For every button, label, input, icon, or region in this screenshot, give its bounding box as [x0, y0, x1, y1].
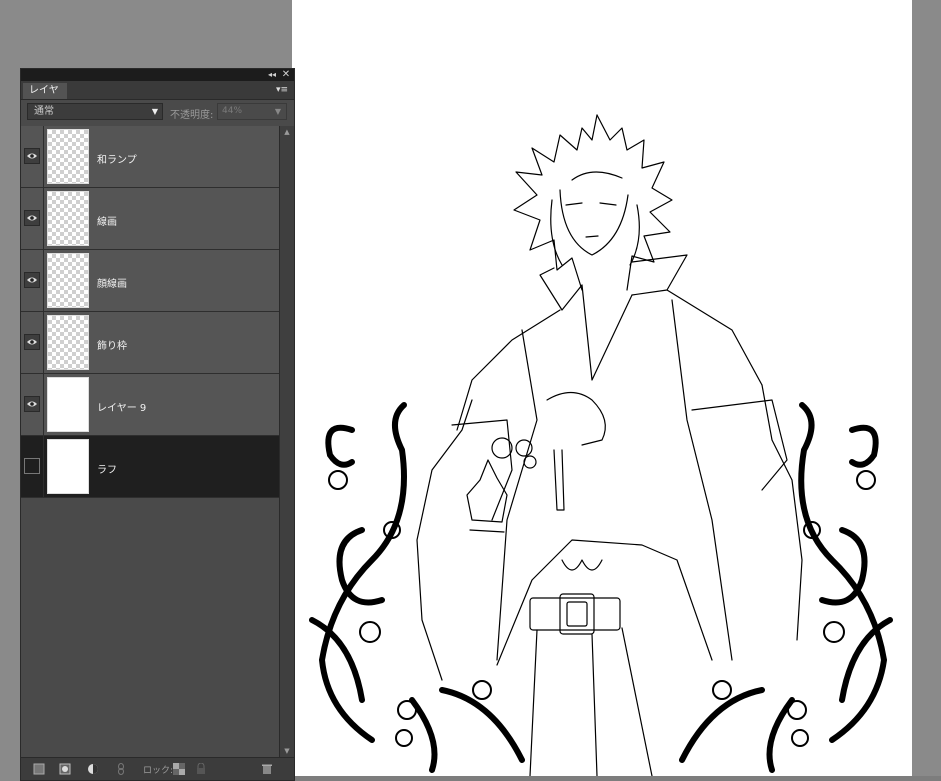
- layer-row[interactable]: 和ランプ: [21, 126, 279, 188]
- layer-thumbnail: [47, 191, 89, 246]
- panel-menu-icon[interactable]: ▾≡: [276, 84, 290, 96]
- eye-icon[interactable]: [24, 334, 40, 350]
- panel-tab-row: レイヤー ▾≡: [21, 81, 294, 112]
- layer-row[interactable]: 線画: [21, 188, 279, 250]
- panel-toolbar: ロック:: [21, 757, 294, 780]
- divider: [43, 374, 44, 436]
- layer-name: レイヤー 9: [97, 403, 147, 414]
- layer-thumbnail: [47, 129, 89, 184]
- divider: [43, 436, 44, 498]
- opacity-input[interactable]: 44% ▼: [217, 103, 287, 120]
- layer-name: ラフ: [97, 465, 117, 476]
- layer-row-selected[interactable]: ラフ: [21, 436, 279, 498]
- layer-thumbnail: [47, 377, 89, 432]
- scroll-down-icon[interactable]: ▼: [280, 745, 294, 757]
- double-chevron-icon[interactable]: ◂◂: [266, 69, 278, 81]
- document-canvas[interactable]: [292, 0, 912, 776]
- layer-row[interactable]: レイヤー 9: [21, 374, 279, 436]
- divider: [43, 126, 44, 188]
- workspace-background-bottom: [292, 776, 941, 781]
- panel-titlebar[interactable]: ◂◂ ✕: [21, 69, 294, 81]
- layer-row[interactable]: 顔線画: [21, 250, 279, 312]
- blend-mode-value: 通常: [34, 106, 54, 117]
- divider: [43, 188, 44, 250]
- eye-icon[interactable]: [24, 272, 40, 288]
- layer-mask-icon[interactable]: [59, 763, 71, 775]
- layer-thumbnail: [47, 315, 89, 370]
- eye-icon[interactable]: [24, 210, 40, 226]
- chevron-down-icon[interactable]: ▼: [275, 104, 281, 119]
- layer-name: 線画: [97, 217, 117, 228]
- divider: [43, 312, 44, 374]
- trash-icon[interactable]: [261, 763, 273, 775]
- close-icon[interactable]: ✕: [280, 69, 292, 81]
- blend-options-row: 通常 ▼ 不透明度: 44% ▼: [21, 100, 294, 124]
- scroll-up-icon[interactable]: ▲: [280, 126, 294, 138]
- opacity-label: 不透明度:: [170, 110, 214, 121]
- lock-transparency-icon[interactable]: [173, 763, 185, 775]
- link-icon[interactable]: [115, 763, 127, 775]
- eye-icon[interactable]: [24, 396, 40, 412]
- lock-label: ロック:: [143, 766, 174, 776]
- layer-name: 飾り枠: [97, 341, 127, 352]
- visibility-toggle-off[interactable]: [24, 458, 40, 474]
- layer-thumbnail: [47, 253, 89, 308]
- blend-mode-select[interactable]: 通常 ▼: [27, 103, 163, 120]
- tab-layers[interactable]: レイヤー: [23, 83, 67, 112]
- eye-icon[interactable]: [24, 148, 40, 164]
- line-art-illustration: [309, 114, 893, 776]
- layer-row[interactable]: 飾り枠: [21, 312, 279, 374]
- workspace-background: [912, 0, 941, 781]
- lock-icon[interactable]: [195, 763, 207, 775]
- new-layer-icon[interactable]: [33, 763, 45, 775]
- layer-name: 和ランプ: [97, 155, 137, 166]
- layer-list: 和ランプ 線画 顔線画 飾り枠 レイヤー 9 ラフ: [21, 126, 279, 756]
- layers-panel: ◂◂ ✕ レイヤー ▾≡ 通常 ▼ 不透明度: 44% ▼ 和ランプ: [20, 68, 295, 781]
- chevron-down-icon: ▼: [151, 107, 158, 116]
- opacity-value: 44%: [222, 106, 243, 116]
- divider: [43, 250, 44, 312]
- layer-list-scrollbar[interactable]: ▲ ▼: [279, 126, 294, 757]
- adjustment-layer-icon[interactable]: [87, 763, 99, 775]
- layer-name: 顔線画: [97, 279, 127, 290]
- layer-thumbnail: [47, 439, 89, 494]
